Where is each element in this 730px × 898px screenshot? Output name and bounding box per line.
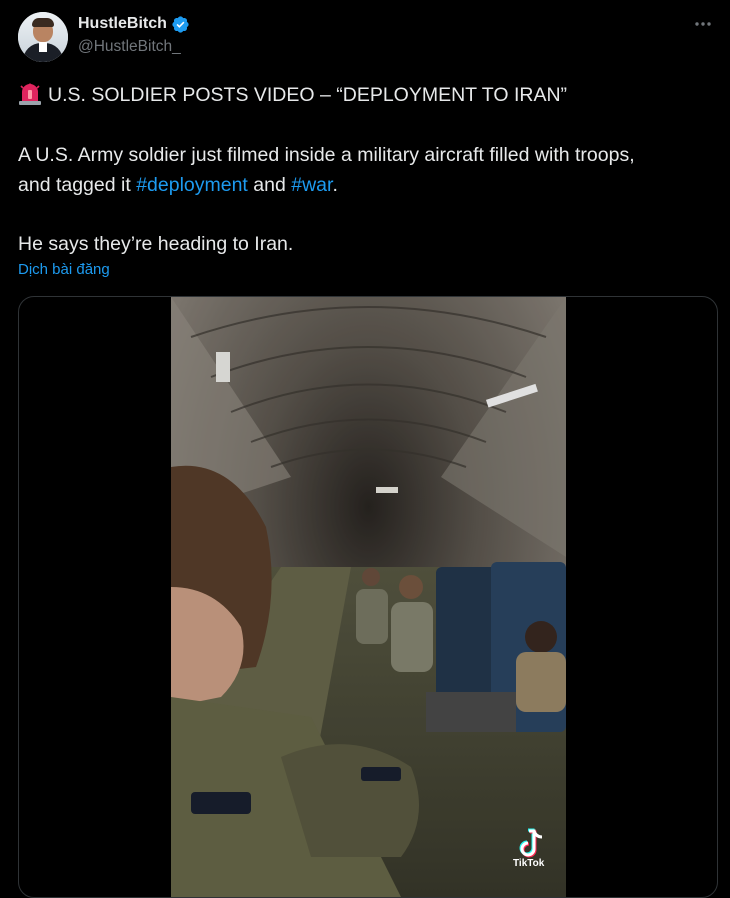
ellipsis-icon (695, 22, 711, 26)
tiktok-watermark-label: TikTok (513, 858, 545, 869)
body-text-and: and (247, 174, 292, 196)
hashtag-deployment-link[interactable]: #deployment (136, 174, 248, 196)
author-handle[interactable]: @HustleBitch_ (78, 38, 181, 56)
avatar-hair (32, 18, 54, 27)
translate-post-link[interactable]: Dịch bài đăng (18, 261, 110, 278)
headline-text: U.S. SOLDIER POSTS VIDEO – “DEPLOYMENT T… (48, 84, 568, 106)
police-siren-icon (19, 83, 41, 105)
more-options-button[interactable] (690, 12, 716, 36)
post-body: A U.S. Army soldier just filmed inside a… (18, 140, 718, 200)
body-text-end: . (332, 174, 338, 196)
video-shade (171, 297, 566, 897)
video-player[interactable]: TikTok (18, 296, 718, 898)
body-text-1: A U.S. Army soldier just filmed inside a… (18, 144, 635, 166)
verified-badge-icon[interactable] (171, 15, 190, 34)
post-header: HustleBitch @HustleBitch_ (0, 0, 730, 70)
avatar[interactable] (18, 12, 68, 62)
author-display-name[interactable]: HustleBitch (78, 15, 167, 33)
video-frame[interactable] (171, 297, 566, 897)
post-headline: U.S. SOLDIER POSTS VIDEO – “DEPLOYMENT T… (18, 80, 718, 110)
author-name-row: HustleBitch (78, 13, 190, 35)
post-body-closing: He says they’re heading to Iran. (18, 233, 294, 255)
body-text-2: and tagged it (18, 174, 137, 196)
avatar-collar (39, 42, 47, 52)
hashtag-war-link[interactable]: #war (291, 174, 332, 196)
